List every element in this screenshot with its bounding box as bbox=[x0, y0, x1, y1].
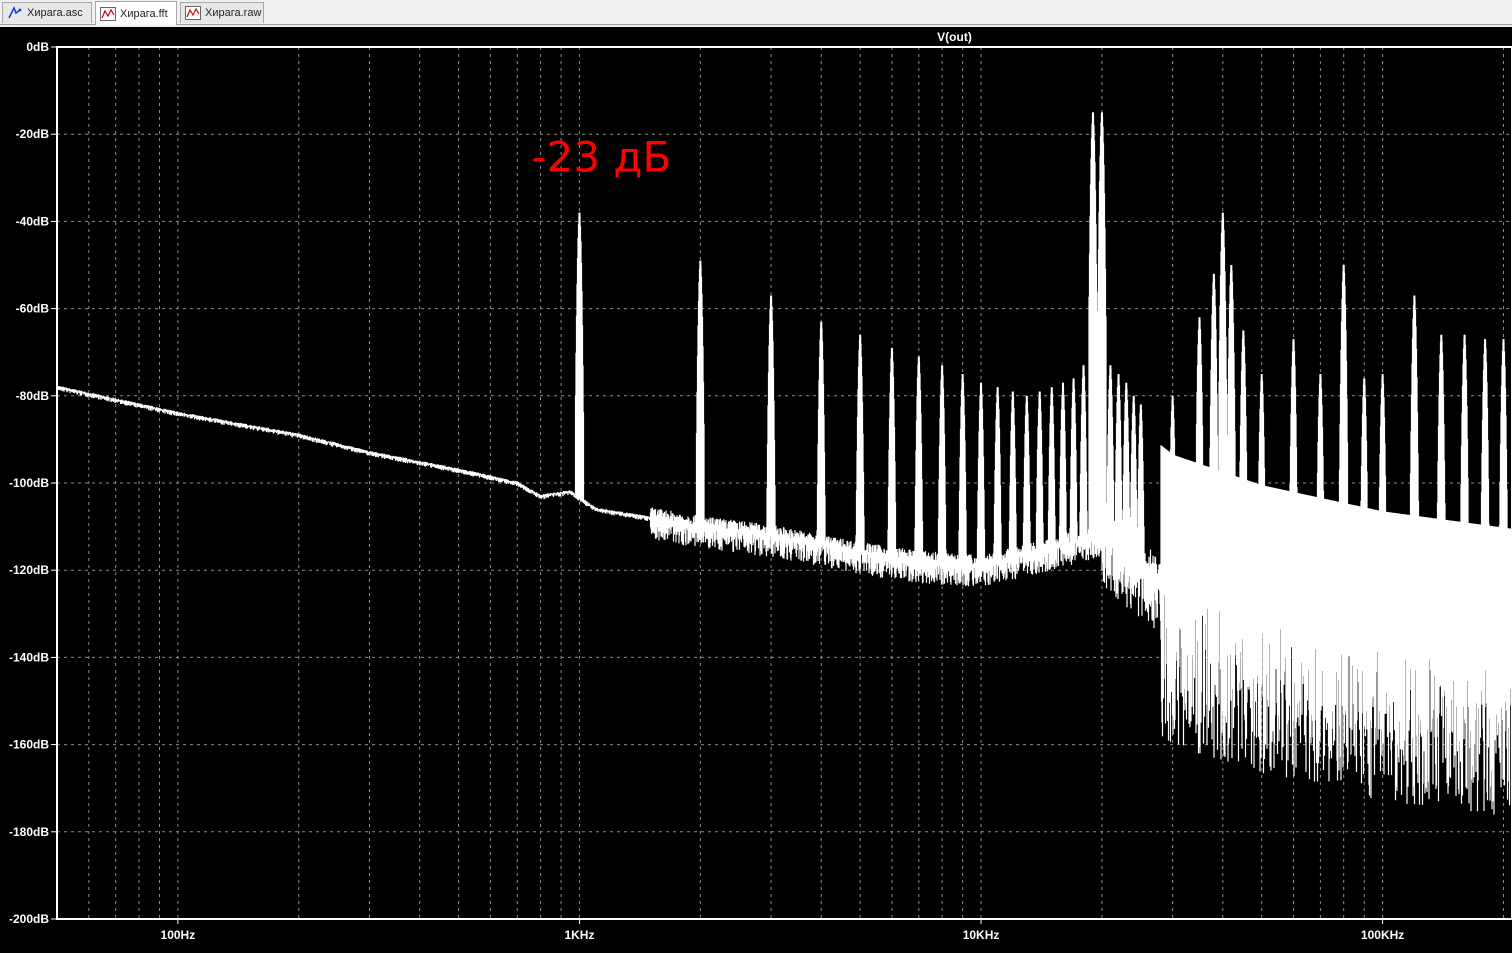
annotation-label: -23 дБ bbox=[531, 132, 671, 181]
y-tick-label: -180dB bbox=[9, 825, 49, 839]
waveform-icon bbox=[185, 6, 201, 20]
trace-title[interactable]: V(out) bbox=[937, 30, 972, 44]
y-tick-label: -200dB bbox=[9, 912, 49, 926]
tab-label: Хирага.fft bbox=[120, 7, 168, 20]
y-tick-label: -20dB bbox=[16, 127, 50, 141]
x-tick-label: 1KHz bbox=[564, 928, 594, 942]
y-tick-label: -140dB bbox=[9, 650, 49, 664]
fft-plot[interactable]: 0dB -20dB -40dB -60dB -80dB -100dB -120dB -140d… bbox=[0, 27, 1512, 953]
schematic-icon bbox=[7, 6, 23, 20]
y-tick-label: -40dB bbox=[16, 214, 50, 228]
tab-label: Хирага.raw bbox=[205, 7, 262, 19]
plot-background bbox=[0, 27, 1512, 953]
tab-label: Хирага.asc bbox=[27, 7, 83, 19]
x-tick-label: 100Hz bbox=[161, 928, 196, 942]
tab-fft[interactable]: Хирага.fft bbox=[95, 1, 177, 25]
x-tick-label: 10KHz bbox=[963, 928, 1000, 942]
y-tick-label: -80dB bbox=[16, 389, 50, 403]
y-tick-label: -120dB bbox=[9, 563, 49, 577]
tab-raw[interactable]: Хирага.raw bbox=[180, 2, 264, 23]
y-tick-label: -160dB bbox=[9, 738, 49, 752]
x-tick-label: 100KHz bbox=[1361, 928, 1404, 942]
y-tick-label: 0dB bbox=[26, 40, 49, 54]
waveform-icon bbox=[100, 6, 116, 21]
y-tick-label: -100dB bbox=[9, 476, 49, 490]
y-tick-label: -60dB bbox=[16, 302, 50, 316]
document-tab-bar: Хирага.asc Хирага.fft Хирага.raw bbox=[0, 0, 1512, 25]
waveform-viewer[interactable]: 0dB -20dB -40dB -60dB -80dB -100dB -120dB -140d… bbox=[0, 27, 1512, 953]
tab-schematic[interactable]: Хирага.asc bbox=[2, 2, 92, 23]
